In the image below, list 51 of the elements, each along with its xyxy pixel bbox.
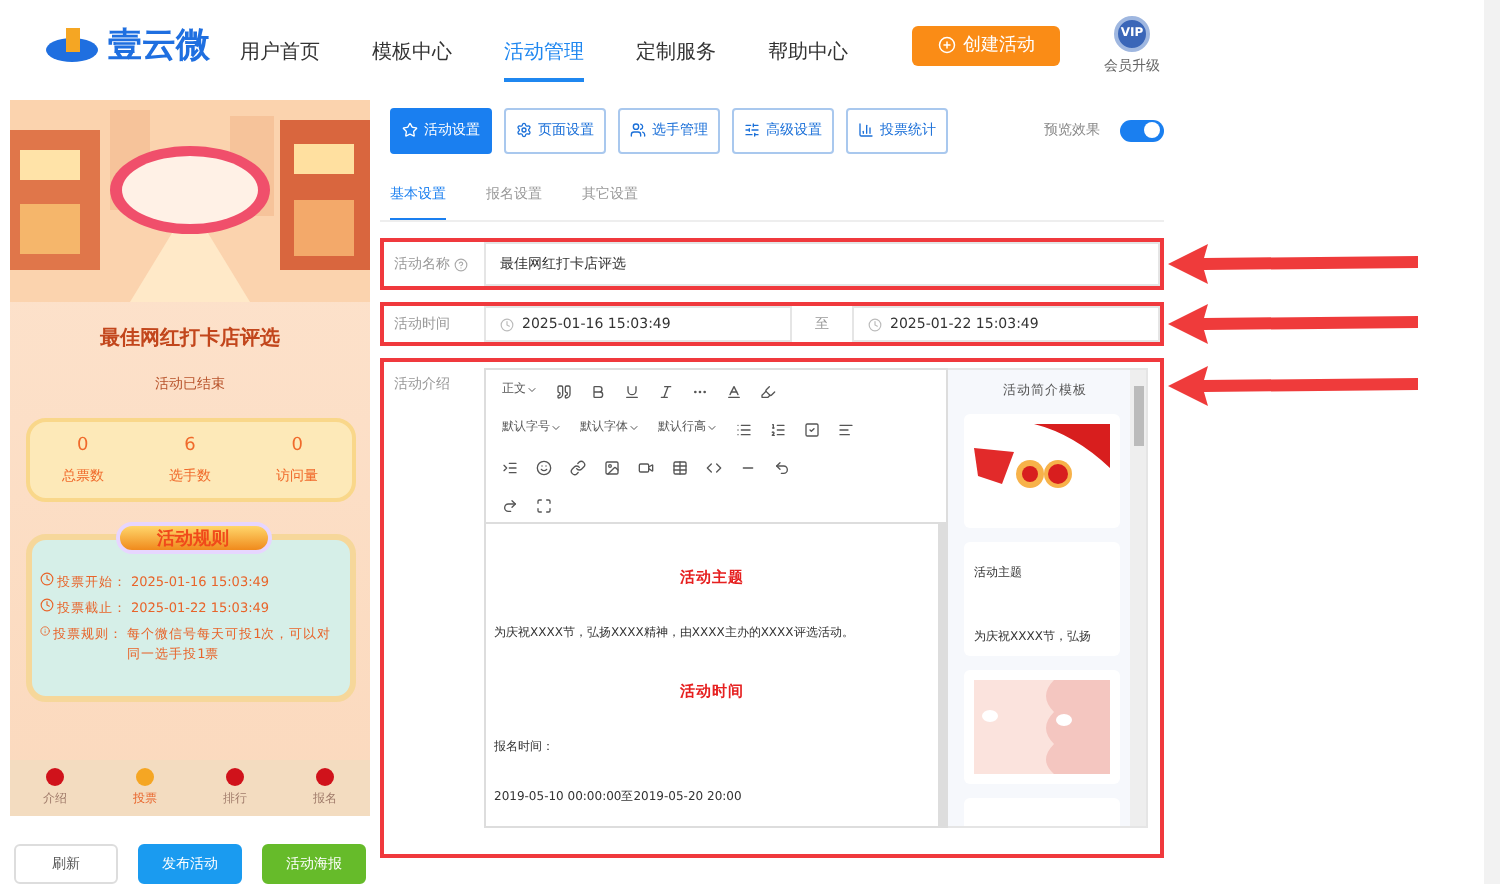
- bullet-list-icon: [736, 422, 752, 438]
- indent-icon: [502, 460, 518, 476]
- caret-icon: [526, 383, 538, 395]
- help-icon: [454, 257, 468, 271]
- clock-icon: [868, 317, 882, 331]
- highlight-icon: [760, 384, 776, 400]
- numbered-list-icon: [770, 422, 786, 438]
- font-color-icon: [726, 384, 742, 400]
- bold-icon: [590, 384, 606, 400]
- rules-title: 活动规则: [115, 522, 271, 554]
- video-icon: [638, 460, 654, 476]
- star-icon: [402, 122, 418, 138]
- nav-link[interactable]: 帮助中心: [768, 25, 848, 81]
- checklist-icon: [804, 422, 820, 438]
- users-icon: [630, 122, 646, 138]
- clock-icon: [39, 572, 53, 586]
- gear-icon: [516, 122, 532, 138]
- italic-icon: [658, 384, 674, 400]
- info-icon: [39, 624, 50, 638]
- emoji-icon: [536, 460, 552, 476]
- underline-icon: [624, 384, 640, 400]
- align-icon: [838, 422, 854, 438]
- redo-icon: [502, 498, 518, 514]
- sliders-icon: [744, 122, 760, 138]
- plus-icon: [937, 36, 955, 54]
- clock-icon: [39, 598, 53, 612]
- quote-icon: [556, 384, 572, 400]
- caret-icon: [706, 421, 718, 433]
- template-card[interactable]: [964, 414, 1120, 528]
- caret-icon: [628, 421, 640, 433]
- activity-title: 最佳网红打卡店评选: [100, 324, 280, 352]
- nav-link[interactable]: 模板中心: [372, 25, 452, 81]
- fullscreen-icon: [536, 498, 552, 514]
- logo-text: 壹云微: [108, 24, 210, 68]
- bar-chart-icon: [858, 122, 874, 138]
- preview-toggle[interactable]: [1120, 119, 1164, 141]
- nav-link[interactable]: 定制服务: [636, 25, 716, 81]
- stat-value: 6: [184, 435, 196, 455]
- logo-icon: [44, 27, 100, 63]
- stat-value: 0: [291, 435, 303, 455]
- image-icon: [604, 460, 620, 476]
- table-icon: [672, 460, 688, 476]
- link-icon: [570, 460, 586, 476]
- caret-icon: [550, 421, 562, 433]
- code-icon: [706, 460, 722, 476]
- stat-value: 0: [76, 435, 89, 455]
- nav-link[interactable]: 活动管理: [504, 25, 584, 81]
- undo-icon: [774, 460, 790, 476]
- scrollbar[interactable]: [1130, 370, 1146, 826]
- nav-link[interactable]: 用户首页: [240, 25, 320, 81]
- clock-icon: [500, 317, 514, 331]
